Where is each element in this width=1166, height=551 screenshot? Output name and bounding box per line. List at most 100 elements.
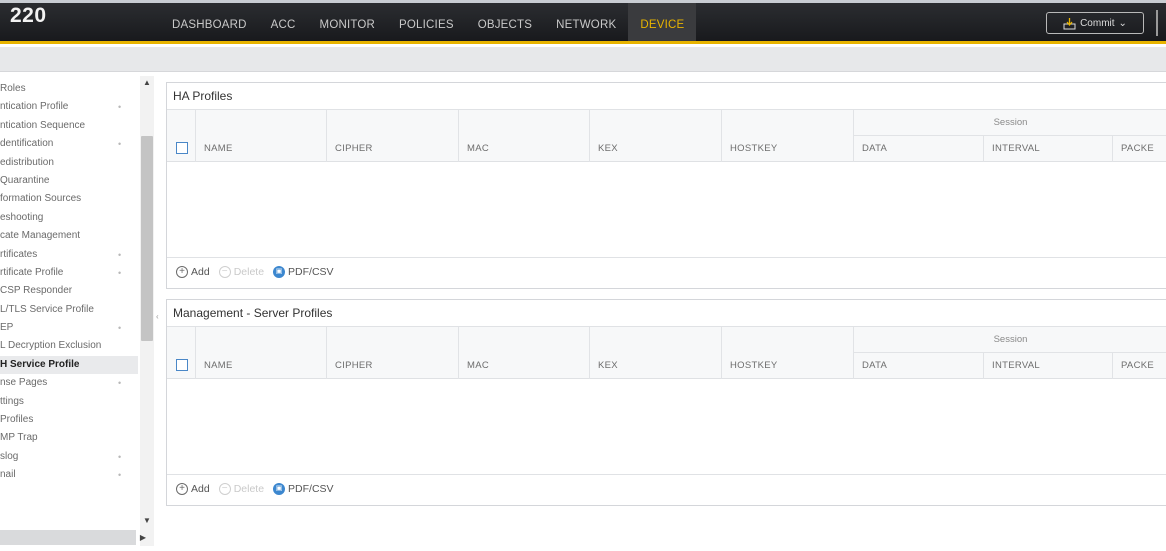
sidebar-item[interactable]: cate Management (0, 227, 138, 245)
column-divider (721, 110, 722, 162)
delete-button[interactable]: − Delete (218, 265, 265, 278)
sidebar-item-label: MP Trap (0, 432, 38, 444)
export-icon: ▣ (273, 482, 286, 495)
column-header-mac[interactable]: MAC (467, 360, 489, 371)
sidebar-item[interactable]: edistribution (0, 154, 138, 172)
expand-icon: • (118, 249, 122, 260)
sidebar-item[interactable]: Roles (0, 80, 138, 98)
delete-label: Delete (233, 482, 265, 495)
sidebar-item[interactable]: ntication Profile • (0, 98, 138, 116)
sidebar-item[interactable]: formation Sources (0, 190, 138, 208)
column-header-data[interactable]: DATA (862, 360, 887, 371)
sidebar-item[interactable]: MP Trap (0, 429, 138, 447)
pdf-csv-button[interactable]: ▣ PDF/CSV (273, 265, 334, 278)
sidebar-item-label: ntication Profile (0, 101, 69, 113)
tab-device[interactable]: DEVICE (628, 3, 697, 44)
sidebar-item[interactable]: eshooting (0, 209, 138, 227)
add-button[interactable]: + Add (176, 265, 210, 278)
sidebar-item-label: Quarantine (0, 174, 50, 186)
column-divider (853, 327, 854, 379)
sidebar-item[interactable]: nse Pages • (0, 374, 138, 392)
sub-toolbar-strip (0, 47, 1166, 72)
tab-network[interactable]: NETWORK (544, 3, 628, 44)
sidebar-item[interactable]: Profiles (0, 411, 138, 429)
expand-icon: • (118, 378, 122, 389)
sidebar-item[interactable]: dentification • (0, 135, 138, 153)
column-header-packets[interactable]: PACKE (1121, 360, 1154, 371)
column-header-interval[interactable]: INTERVAL (992, 360, 1040, 371)
add-label: Add (191, 482, 210, 495)
expand-icon: • (118, 102, 122, 113)
device-model-label: 220 (10, 4, 47, 27)
column-header-packets[interactable]: PACKE (1121, 143, 1154, 154)
column-header-cipher[interactable]: CIPHER (335, 143, 373, 154)
column-header-mac[interactable]: MAC (467, 143, 489, 154)
sidebar-item-label: nse Pages (0, 377, 48, 389)
sidebar-item-label: EP (0, 322, 14, 334)
sidebar-item-label: rtificate Profile (0, 266, 64, 278)
scroll-down-icon[interactable]: ▼ (140, 516, 154, 526)
session-group-header: Session (853, 110, 1166, 136)
header-accent-line (0, 41, 1166, 44)
main-nav: DASHBOARD ACC MONITOR POLICIES OBJECTS N… (160, 3, 697, 44)
column-header-cipher[interactable]: CIPHER (335, 360, 373, 371)
column-divider (983, 353, 984, 379)
sidebar-item-label: formation Sources (0, 193, 82, 205)
ha-profiles-table-body (167, 162, 1166, 257)
scroll-up-icon[interactable]: ▲ (140, 78, 154, 88)
sidebar-item[interactable]: CSP Responder (0, 282, 138, 300)
sidebar-item[interactable]: ntication Sequence (0, 117, 138, 135)
column-header-hostkey[interactable]: HOSTKEY (730, 143, 778, 154)
select-all-checkbox[interactable] (176, 142, 188, 154)
delete-button[interactable]: − Delete (218, 482, 265, 495)
add-button[interactable]: + Add (176, 482, 210, 495)
column-header-name[interactable]: NAME (204, 143, 233, 154)
column-header-name[interactable]: NAME (204, 360, 233, 371)
commit-button[interactable]: Commit ⌄ (1046, 12, 1144, 34)
sidebar-item-label: slog (0, 450, 19, 462)
tab-dashboard[interactable]: DASHBOARD (160, 3, 259, 44)
column-header-kex[interactable]: KEX (598, 360, 618, 371)
sidebar-item[interactable]: L/TLS Service Profile (0, 301, 138, 319)
tab-policies[interactable]: POLICIES (387, 3, 466, 44)
sidebar-item[interactable]: rtificates • (0, 246, 138, 264)
sidebar-item-label: rtificates (0, 248, 38, 260)
management-server-profiles-title: Management - Server Profiles (167, 300, 1166, 327)
ha-profiles-toolbar: + Add − Delete ▣ PDF/CSV (167, 257, 1166, 285)
sidebar-item[interactable]: rtificate Profile • (0, 264, 138, 282)
management-profiles-table-header: NAME CIPHER MAC KEX HOSTKEY Session DATA… (167, 327, 1166, 379)
tab-objects[interactable]: OBJECTS (466, 3, 544, 44)
sidebar-item-ssh-service-profile[interactable]: H Service Profile (0, 355, 138, 375)
management-profiles-toolbar: + Add − Delete ▣ PDF/CSV (167, 474, 1166, 502)
collapse-handle-icon[interactable]: ‹ (156, 312, 162, 326)
column-header-kex[interactable]: KEX (598, 143, 618, 154)
sidebar-item[interactable]: nail • (0, 466, 138, 484)
column-divider (721, 327, 722, 379)
column-divider (1112, 353, 1113, 379)
ha-profiles-panel: HA Profiles NAME CIPHER MAC KEX HOSTKEY … (166, 82, 1166, 289)
column-header-interval[interactable]: INTERVAL (992, 143, 1040, 154)
column-divider (589, 327, 590, 379)
column-header-data[interactable]: DATA (862, 143, 887, 154)
session-group-header: Session (853, 327, 1166, 353)
pdf-csv-button[interactable]: ▣ PDF/CSV (273, 482, 334, 495)
delete-label: Delete (233, 265, 265, 278)
device-sidebar: Roles ntication Profile • ntication Seque… (0, 72, 160, 551)
select-all-checkbox[interactable] (176, 359, 188, 371)
sidebar-item[interactable]: slog • (0, 448, 138, 466)
scroll-right-icon[interactable]: ▶ (124, 530, 154, 545)
sidebar-item[interactable]: EP • (0, 319, 138, 337)
sidebar-scroll-thumb[interactable] (141, 136, 153, 341)
column-header-hostkey[interactable]: HOSTKEY (730, 360, 778, 371)
column-divider (983, 136, 984, 162)
sidebar-item[interactable]: Quarantine (0, 172, 138, 190)
export-icon: ▣ (273, 265, 286, 278)
sidebar-item[interactable]: ttings (0, 393, 138, 411)
commit-label: Commit (1080, 17, 1115, 29)
top-header: 220 DASHBOARD ACC MONITOR POLICIES OBJEC… (0, 0, 1166, 44)
tab-monitor[interactable]: MONITOR (308, 3, 388, 44)
management-profiles-table-body (167, 379, 1166, 474)
tab-acc[interactable]: ACC (259, 3, 308, 44)
chevron-down-icon: ⌄ (1118, 17, 1127, 29)
sidebar-item[interactable]: L Decryption Exclusion (0, 337, 138, 355)
